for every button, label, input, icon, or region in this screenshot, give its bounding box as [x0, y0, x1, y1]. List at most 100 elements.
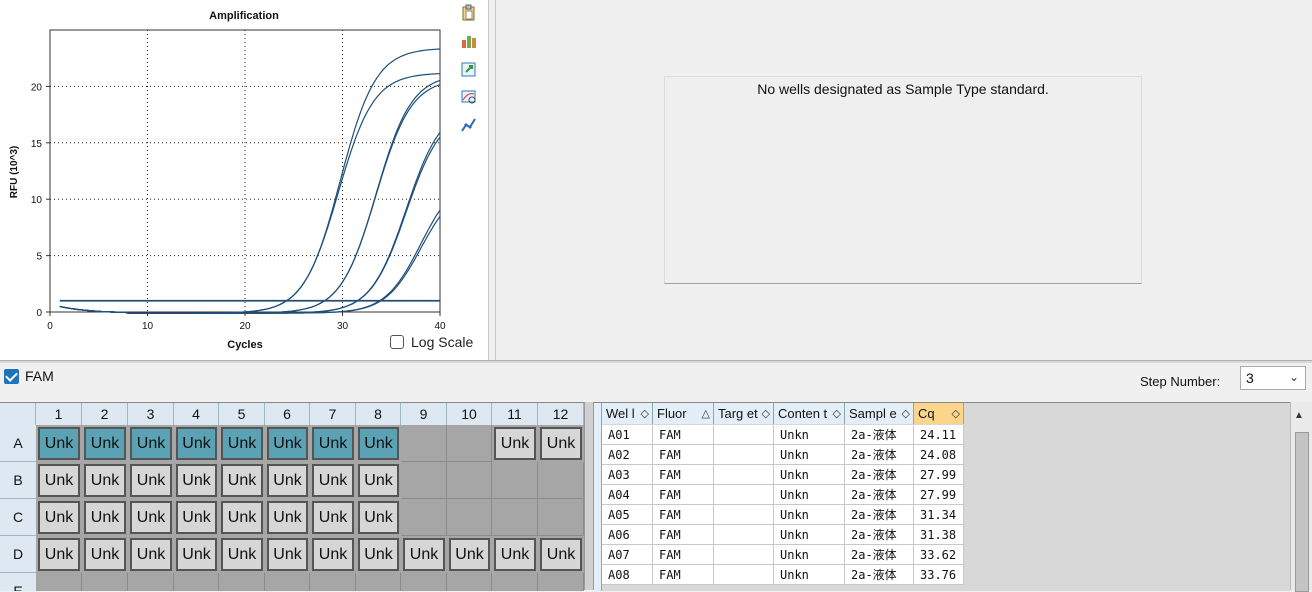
table-cell[interactable]: Unkn [774, 465, 845, 485]
checkmark-icon[interactable] [4, 368, 19, 384]
table-cell[interactable]: 27.99 [914, 465, 964, 485]
table-cell[interactable]: 24.11 [914, 425, 964, 445]
plate-well[interactable]: Unk [358, 427, 399, 460]
plate-well[interactable]: Unk [38, 538, 80, 571]
plate-well[interactable] [447, 499, 492, 536]
plate-well[interactable]: Unk [84, 538, 126, 571]
vertical-splitter[interactable] [488, 0, 496, 360]
plate-well[interactable]: Unk [540, 427, 582, 460]
plate-column-header[interactable]: 12 [538, 403, 584, 425]
chart-settings-icon[interactable] [460, 32, 478, 50]
plate-table-splitter[interactable] [584, 402, 594, 590]
zoom-chart-icon[interactable] [460, 88, 478, 106]
table-cell[interactable]: A04 [602, 485, 653, 505]
plate-well[interactable]: Unk [221, 501, 263, 534]
plate-well[interactable] [82, 573, 128, 591]
sort-icon[interactable]: ◇ [762, 403, 770, 424]
plate-well[interactable] [447, 573, 492, 591]
trace-icon[interactable] [460, 116, 478, 134]
plate-well[interactable] [401, 573, 447, 591]
amplification-chart[interactable]: 0 10 20 30 40 0 5 10 15 20 Cycles RFU (10^3) [0, 0, 488, 360]
plate-well[interactable]: Unk [358, 464, 399, 497]
plate-well[interactable]: Unk [267, 501, 308, 534]
plate-well[interactable]: Unk [312, 538, 354, 571]
table-cell[interactable]: FAM [653, 425, 714, 445]
table-cell[interactable]: 2a-液体 [845, 525, 914, 545]
table-cell[interactable]: FAM [653, 565, 714, 585]
plate-column-header[interactable]: 3 [128, 403, 174, 425]
plate-well[interactable] [447, 425, 492, 462]
plate-well[interactable] [36, 573, 82, 591]
table-cell[interactable]: A02 [602, 445, 653, 465]
export-icon[interactable] [460, 60, 478, 78]
table-cell[interactable]: 2a-液体 [845, 545, 914, 565]
scroll-up-icon[interactable]: ▲ [1294, 410, 1304, 421]
plate-column-header[interactable]: 5 [219, 403, 265, 425]
table-cell[interactable]: A08 [602, 565, 653, 585]
plate-well[interactable]: Unk [267, 464, 308, 497]
plate-well[interactable]: Unk [540, 538, 582, 571]
table-scrollbar[interactable]: ▲ [1290, 402, 1312, 592]
plate-well[interactable] [538, 573, 584, 591]
table-cell[interactable]: A07 [602, 545, 653, 565]
plate-well[interactable] [538, 462, 584, 499]
plate-well[interactable]: Unk [176, 464, 217, 497]
plate-column-header[interactable]: 2 [82, 403, 128, 425]
plate-well[interactable]: Unk [358, 501, 399, 534]
log-scale-checkbox[interactable] [390, 335, 404, 349]
plate-well[interactable] [401, 499, 447, 536]
table-cell[interactable]: 24.08 [914, 445, 964, 465]
table-cell[interactable] [714, 485, 774, 505]
table-cell[interactable] [714, 445, 774, 465]
table-cell[interactable]: 2a-液体 [845, 425, 914, 445]
clipboard-icon[interactable] [460, 4, 478, 22]
table-cell[interactable]: Unkn [774, 505, 845, 525]
table-cell[interactable]: Unkn [774, 425, 845, 445]
table-cell[interactable] [714, 465, 774, 485]
plate-well[interactable]: Unk [130, 464, 172, 497]
plate-well[interactable] [310, 573, 356, 591]
plate-well[interactable]: Unk [176, 427, 217, 460]
plate-well[interactable] [401, 462, 447, 499]
table-cell[interactable]: Unkn [774, 445, 845, 465]
table-cell[interactable]: 33.76 [914, 565, 964, 585]
plate-well[interactable]: Unk [312, 501, 354, 534]
plate-well[interactable]: Unk [130, 501, 172, 534]
plate-well[interactable] [128, 573, 174, 591]
plate-row-header[interactable]: A [0, 425, 36, 462]
plate-well[interactable] [174, 573, 219, 591]
table-cell[interactable]: Unkn [774, 525, 845, 545]
sort-icon[interactable]: ◇ [641, 403, 649, 424]
plate-well[interactable]: Unk [84, 464, 126, 497]
table-cell[interactable]: FAM [653, 465, 714, 485]
table-cell[interactable]: 33.62 [914, 545, 964, 565]
plate-well[interactable]: Unk [221, 464, 263, 497]
plate-column-header[interactable]: 4 [174, 403, 219, 425]
table-cell[interactable]: FAM [653, 445, 714, 465]
table-cell[interactable] [714, 505, 774, 525]
sort-icon[interactable]: ◇ [902, 403, 910, 424]
table-column-header[interactable]: Targ et ◇ [714, 403, 774, 424]
plate-well[interactable] [265, 573, 310, 591]
table-cell[interactable]: 27.99 [914, 485, 964, 505]
table-cell[interactable]: FAM [653, 485, 714, 505]
plate-well[interactable]: Unk [130, 538, 172, 571]
sort-icon[interactable]: ◇ [952, 403, 960, 424]
table-cell[interactable]: A06 [602, 525, 653, 545]
plate-column-header[interactable]: 1 [36, 403, 82, 425]
plate-well[interactable]: Unk [358, 538, 399, 571]
plate-well[interactable]: Unk [267, 538, 308, 571]
table-cell[interactable] [714, 525, 774, 545]
table-cell[interactable]: 2a-液体 [845, 465, 914, 485]
table-column-header[interactable]: Cq ◇ [914, 403, 964, 424]
plate-well[interactable] [492, 499, 538, 536]
plate-column-header[interactable]: 8 [356, 403, 401, 425]
table-cell[interactable]: FAM [653, 525, 714, 545]
plate-well[interactable]: Unk [221, 538, 263, 571]
plate-well[interactable] [356, 573, 401, 591]
table-cell[interactable] [714, 545, 774, 565]
plate-well[interactable]: Unk [494, 538, 536, 571]
table-cell[interactable]: 31.38 [914, 525, 964, 545]
table-cell[interactable]: A05 [602, 505, 653, 525]
table-cell[interactable]: 31.34 [914, 505, 964, 525]
